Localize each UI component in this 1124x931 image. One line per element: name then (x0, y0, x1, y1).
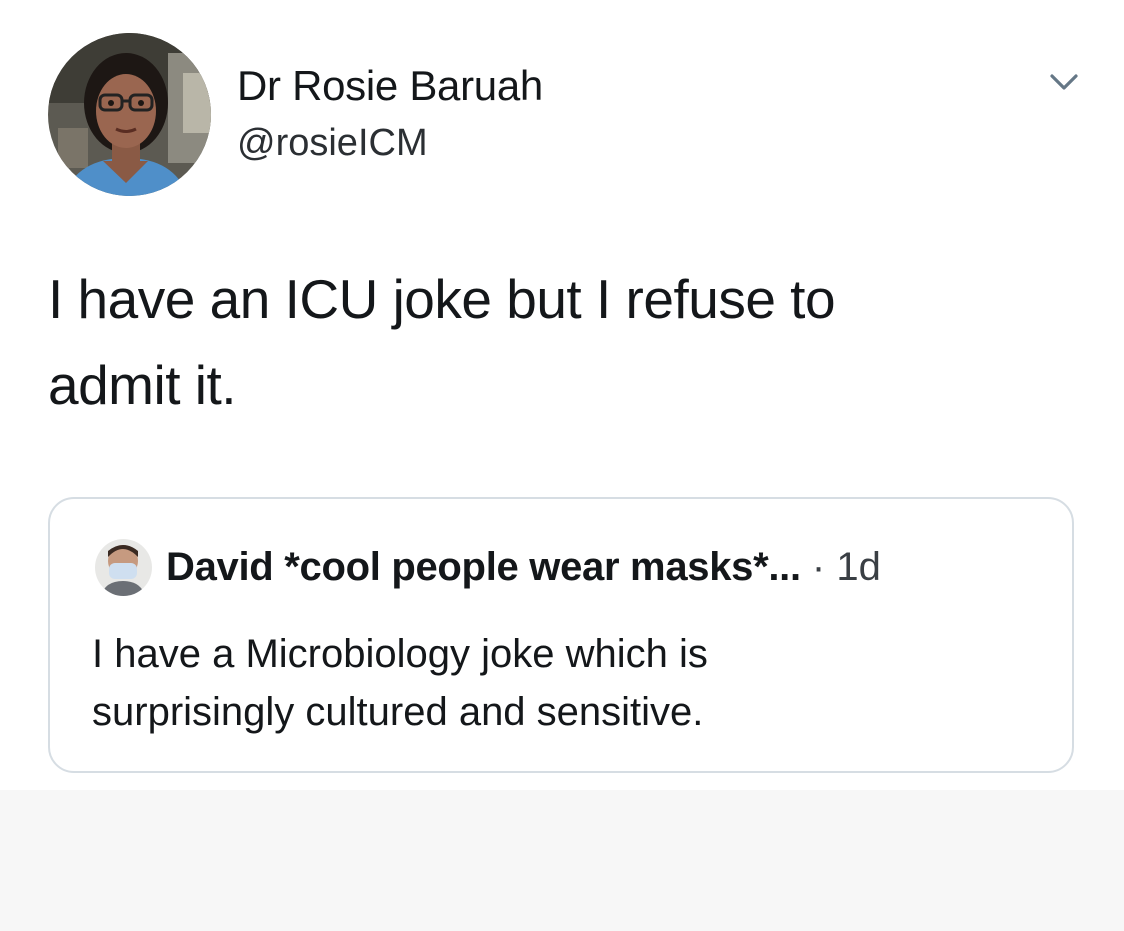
quoted-tweet-time[interactable]: 1d (836, 545, 881, 589)
quoted-text-line: I have a Microbiology joke which is (92, 632, 708, 676)
author-display-name[interactable]: Dr Rosie Baruah (237, 62, 543, 110)
quoted-author-name[interactable]: David *cool people wear masks*... (166, 545, 801, 589)
tweet-text-line: I have an ICU joke but I refuse to (48, 268, 836, 330)
quoted-text-line: surprisingly cultured and sensitive. (92, 690, 704, 734)
background-area (0, 790, 1124, 931)
quoted-tweet-text: I have a Microbiology joke which is surp… (92, 625, 1052, 741)
time-separator: · (800, 545, 837, 589)
tweet: Dr Rosie Baruah @rosieICM I have an ICU … (0, 0, 1124, 790)
quoted-author-avatar[interactable] (95, 539, 152, 596)
quoted-tweet-card[interactable]: David *cool people wear masks*... · 1d I… (48, 497, 1074, 773)
tweet-text-line: admit it. (48, 354, 237, 416)
chevron-down-icon[interactable] (1040, 62, 1088, 102)
author-avatar[interactable] (48, 33, 211, 196)
author-handle[interactable]: @rosieICM (237, 122, 428, 165)
quoted-tweet-header: David *cool people wear masks*... · 1d (166, 545, 881, 590)
tweet-text: I have an ICU joke but I refuse to admit… (48, 256, 1048, 428)
